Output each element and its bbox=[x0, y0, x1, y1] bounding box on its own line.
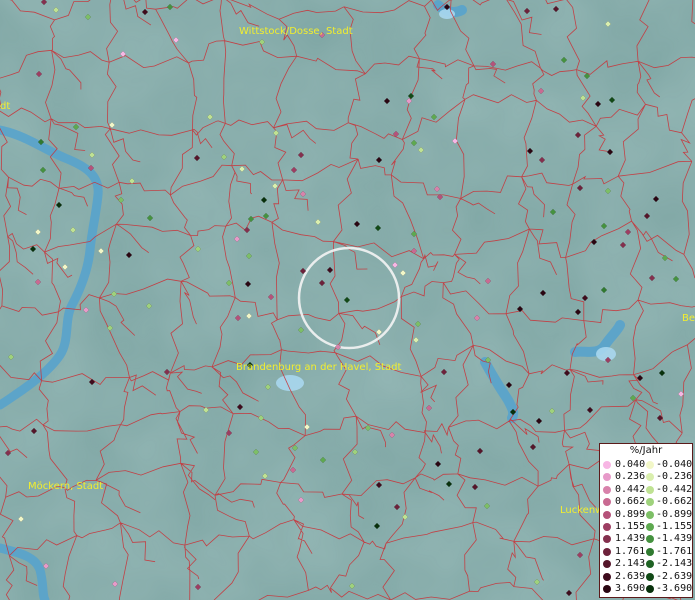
legend-swatch-positive bbox=[603, 523, 611, 531]
city-label-moeckern: Möckern, Stadt bbox=[28, 481, 104, 492]
legend-row: 2.639 -2.639 bbox=[602, 571, 692, 583]
legend-value-negative: -3.690 bbox=[656, 583, 693, 594]
legend-value-negative: -2.143 bbox=[656, 558, 693, 570]
city-label-brandenburg: Brandenburg an der Havel, Stadt bbox=[236, 362, 402, 373]
legend-value-negative: -1.761 bbox=[656, 545, 693, 557]
legend-row: 0.899 -0.899 bbox=[602, 509, 692, 521]
legend-swatch-positive bbox=[603, 498, 611, 507]
legend-value-positive: 1.155 bbox=[615, 521, 646, 532]
legend-swatch-negative bbox=[646, 547, 654, 556]
legend-row: 0.442 -0.442 bbox=[602, 484, 692, 496]
legend-value-negative: -1.155 bbox=[656, 521, 693, 532]
legend-row: 1.155 -1.155 bbox=[602, 521, 692, 533]
legend-swatch-positive bbox=[603, 485, 611, 494]
legend-swatch-negative bbox=[646, 510, 654, 519]
legend-value-positive: 3.690 bbox=[615, 583, 646, 594]
legend-swatch-positive bbox=[603, 535, 611, 544]
legend-swatch-negative bbox=[646, 485, 654, 494]
legend-swatch-positive bbox=[603, 585, 611, 593]
legend-row: 3.690 -3.690 bbox=[602, 583, 692, 595]
legend-title: %/Jahr bbox=[629, 445, 663, 456]
map-view[interactable]: Wittstock/Dosse, Stadt Brandenburg an de… bbox=[0, 0, 695, 600]
legend-swatch-positive bbox=[603, 547, 611, 556]
legend-row: 2.143 -2.143 bbox=[602, 558, 692, 570]
legend-value-positive: 1.439 bbox=[615, 533, 646, 545]
legend-row: 0.040 -0.040 bbox=[602, 459, 692, 471]
legend-value-negative: -1.439 bbox=[656, 533, 693, 545]
legend-value-negative: -0.662 bbox=[656, 496, 693, 508]
legend-value-negative: -0.236 bbox=[656, 471, 693, 483]
legend-swatch-negative bbox=[646, 560, 654, 569]
legend-swatch-negative bbox=[646, 572, 654, 581]
legend-value-negative: -0.442 bbox=[656, 483, 693, 495]
legend-swatch-positive bbox=[603, 572, 611, 581]
legend-value-positive: 0.442 bbox=[615, 483, 646, 495]
legend-swatch-positive bbox=[603, 473, 611, 482]
city-label-luckenwalde: Luckenw bbox=[560, 505, 604, 516]
legend: %/Jahr 0.040 -0.040 0.236 -0.236 0.442 -0.442… bbox=[599, 443, 693, 598]
legend-value-positive: 0.899 bbox=[615, 508, 646, 520]
legend-row: 1.761 -1.761 bbox=[602, 546, 692, 558]
legend-value-positive: 2.639 bbox=[615, 570, 646, 582]
city-label-wittstock: Wittstock/Dosse, Stadt bbox=[239, 26, 353, 37]
lake-north-small bbox=[439, 9, 455, 19]
city-label-berlin: Be bbox=[682, 313, 695, 324]
legend-value-positive: 0.236 bbox=[615, 471, 646, 483]
legend-swatch-positive bbox=[603, 510, 611, 519]
legend-swatch-negative bbox=[646, 585, 654, 593]
legend-swatch-negative bbox=[646, 473, 654, 482]
legend-value-positive: 0.040 bbox=[615, 459, 646, 470]
legend-value-positive: 2.143 bbox=[615, 558, 646, 570]
legend-row: 1.439 -1.439 bbox=[602, 533, 692, 545]
legend-value-positive: 0.662 bbox=[615, 496, 646, 508]
legend-swatch-negative bbox=[646, 498, 654, 507]
legend-row: 0.236 -0.236 bbox=[602, 471, 692, 483]
legend-swatch-negative bbox=[646, 523, 654, 531]
legend-value-positive: 1.761 bbox=[615, 545, 646, 557]
legend-value-negative: -0.040 bbox=[656, 459, 693, 470]
legend-value-negative: -2.639 bbox=[656, 570, 693, 582]
legend-swatch-negative bbox=[646, 461, 654, 469]
legend-row: 0.662 -0.662 bbox=[602, 496, 692, 508]
legend-swatch-positive bbox=[603, 461, 611, 469]
legend-swatch-negative bbox=[646, 535, 654, 544]
legend-value-negative: -0.899 bbox=[656, 508, 693, 520]
legend-swatch-positive bbox=[603, 560, 611, 569]
city-label-west-cut: dt bbox=[0, 101, 11, 112]
